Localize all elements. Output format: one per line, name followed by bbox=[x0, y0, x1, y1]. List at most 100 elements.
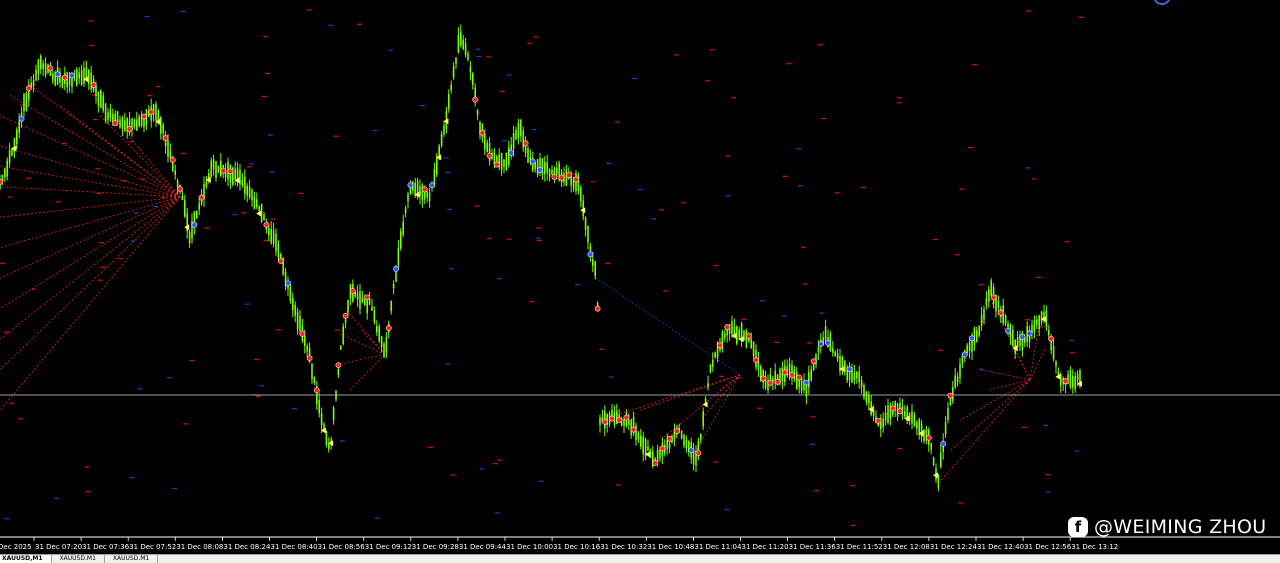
price-chart[interactable]: Dec 2025 31 Dec 07:20 31 Dec 07:36 31 Dec 0… bbox=[0, 0, 1280, 563]
candle bbox=[683, 434, 685, 446]
candle bbox=[1033, 319, 1036, 333]
candle bbox=[248, 186, 251, 198]
candle bbox=[198, 203, 200, 210]
candle bbox=[18, 120, 20, 133]
candle bbox=[853, 372, 856, 381]
candle bbox=[397, 247, 400, 266]
candle bbox=[448, 93, 450, 109]
buy-signal-marker bbox=[897, 408, 903, 415]
time-axis-label: 31 Dec 09:44 bbox=[459, 543, 507, 551]
candle bbox=[400, 231, 402, 249]
candle bbox=[810, 369, 812, 381]
candle bbox=[565, 169, 568, 186]
candle bbox=[119, 119, 121, 128]
sell-signal-marker bbox=[54, 71, 61, 78]
candle bbox=[868, 395, 870, 404]
buy-signal-marker bbox=[263, 221, 270, 228]
candle bbox=[988, 289, 990, 302]
candle bbox=[515, 129, 517, 140]
time-axis-label: 31 Dec 11:36 bbox=[789, 543, 837, 551]
candle bbox=[66, 72, 68, 88]
candle bbox=[680, 430, 683, 439]
facebook-icon: f bbox=[1068, 517, 1088, 537]
time-axis-label: 31 Dec 08:08 bbox=[176, 543, 223, 551]
candle bbox=[546, 162, 548, 173]
candle bbox=[484, 133, 486, 149]
candle bbox=[109, 109, 112, 118]
candle bbox=[205, 181, 208, 188]
time-axis-label: 31 Dec 11:52 bbox=[836, 543, 883, 551]
candle bbox=[865, 391, 868, 402]
time-axis-label: 31 Dec 10:48 bbox=[647, 543, 694, 551]
time-axis-label: 31 Dec 08:24 bbox=[223, 543, 271, 551]
candle bbox=[714, 352, 716, 358]
candle bbox=[800, 377, 803, 392]
candle bbox=[332, 407, 335, 421]
candle bbox=[1040, 311, 1043, 323]
candle bbox=[452, 66, 455, 78]
candle bbox=[858, 371, 860, 383]
candle bbox=[882, 418, 884, 428]
buy-signal-marker bbox=[659, 445, 666, 452]
buy-signal-marker bbox=[1062, 378, 1069, 385]
candle bbox=[841, 356, 844, 369]
sell-signal-marker bbox=[429, 182, 435, 189]
candle bbox=[4, 168, 6, 178]
time-axis-label: 31 Dec 09:12 bbox=[365, 543, 412, 551]
candle bbox=[361, 297, 364, 302]
candle bbox=[1012, 329, 1014, 346]
candle bbox=[913, 414, 916, 427]
candle bbox=[628, 419, 630, 425]
candle bbox=[23, 93, 25, 112]
time-axis-label: 31 Dec 07:20 bbox=[35, 543, 82, 551]
candle bbox=[904, 411, 906, 417]
buy-signal-marker bbox=[947, 392, 954, 399]
candle bbox=[8, 150, 11, 164]
buy-signal-marker bbox=[313, 387, 320, 394]
buy-signal-marker bbox=[61, 74, 68, 81]
time-axis-label: 31 Dec 07:52 bbox=[129, 543, 176, 551]
buy-signal-marker bbox=[630, 426, 637, 433]
candle bbox=[1048, 330, 1050, 336]
candle bbox=[647, 446, 649, 451]
candle bbox=[462, 39, 464, 49]
buy-signal-marker bbox=[796, 374, 803, 381]
buy-signal-marker bbox=[717, 342, 723, 348]
candle bbox=[997, 300, 1000, 308]
candle bbox=[184, 200, 186, 217]
time-axis-label: 31 Dec 12:24 bbox=[930, 543, 978, 551]
candle bbox=[438, 146, 440, 156]
candle bbox=[76, 69, 78, 86]
chart-canvas[interactable]: Dec 2025 31 Dec 07:20 31 Dec 07:36 31 Dec 0… bbox=[0, 0, 1280, 562]
candle bbox=[44, 63, 47, 76]
candle bbox=[241, 179, 244, 186]
candle bbox=[954, 375, 956, 388]
candle bbox=[1074, 375, 1076, 390]
candle bbox=[580, 187, 582, 202]
candle bbox=[584, 217, 587, 230]
candle bbox=[263, 214, 265, 221]
sell-signal-marker bbox=[407, 182, 414, 188]
time-axis-label: 31 Dec 13:12 bbox=[1071, 543, 1118, 551]
candle bbox=[318, 400, 320, 414]
candle bbox=[517, 123, 520, 138]
buy-signal-marker bbox=[565, 172, 572, 179]
time-axis-label: 31 Dec 07:36 bbox=[82, 543, 130, 551]
candle bbox=[407, 193, 409, 202]
sell-signal-marker bbox=[587, 251, 594, 258]
candle bbox=[244, 176, 246, 194]
candle bbox=[1072, 375, 1074, 388]
buy-signal-marker bbox=[349, 288, 356, 294]
candle bbox=[390, 301, 392, 312]
candle bbox=[947, 407, 949, 421]
candle bbox=[860, 380, 863, 388]
buy-signal-marker bbox=[126, 126, 133, 132]
sell-signal-marker bbox=[1019, 334, 1026, 340]
candle bbox=[685, 439, 688, 449]
candle bbox=[210, 160, 212, 177]
time-axis-label: 31 Dec 10:16 bbox=[553, 543, 601, 551]
candle bbox=[272, 230, 275, 244]
candle bbox=[460, 31, 462, 46]
sell-signal-marker bbox=[817, 341, 824, 347]
candle bbox=[733, 326, 736, 335]
